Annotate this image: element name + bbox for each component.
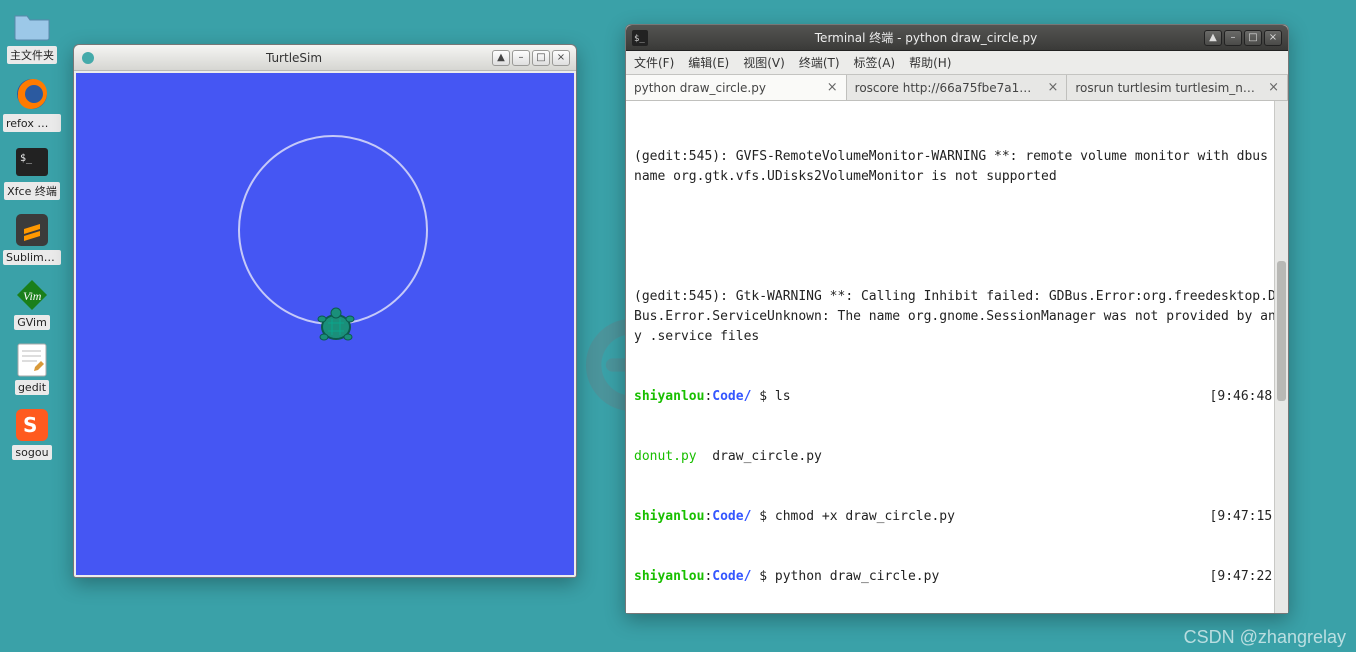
- terminal-prompt-line: shiyanlou:Code/ $ ls [9:46:48]: [634, 387, 1280, 407]
- terminal-tab-1[interactable]: roscore http://66a75fbe7a1… ×: [847, 75, 1068, 100]
- turtlesim-title: TurtleSim: [102, 51, 486, 65]
- desktop-xfce-terminal[interactable]: $_ Xfce 终端: [3, 144, 61, 200]
- close-button[interactable]: ×: [552, 50, 570, 66]
- terminal-prompt-line: shiyanlou:Code/ $ python draw_circle.py …: [634, 567, 1280, 587]
- watermark-text: CSDN @zhangrelay: [1184, 627, 1346, 648]
- desktop-firefox[interactable]: refox 网...: [3, 76, 61, 132]
- desktop-label: GVim: [14, 315, 50, 330]
- folder-icon: [12, 8, 52, 44]
- close-button[interactable]: ×: [1264, 30, 1282, 46]
- tab-label: rosrun turtlesim turtlesim_node: [1075, 81, 1262, 95]
- svg-text:$_: $_: [20, 153, 33, 164]
- command-text: python draw_circle.py: [775, 569, 939, 584]
- sogou-icon: S: [12, 407, 52, 443]
- terminal-titlebar[interactable]: $_ Terminal 终端 - python draw_circle.py ▲…: [626, 25, 1288, 51]
- desktop-label: gedit: [15, 380, 49, 395]
- desktop-label: sogou: [12, 445, 51, 460]
- blank-line: [634, 227, 1280, 247]
- desktop-label: Xfce 终端: [4, 182, 60, 200]
- timestamp: [9:46:48]: [1202, 387, 1280, 407]
- tab-label: python draw_circle.py: [634, 81, 821, 95]
- app-icon: [80, 50, 96, 66]
- terminal-tabbar: python draw_circle.py × roscore http://6…: [626, 75, 1288, 101]
- turtle-icon: [314, 305, 358, 349]
- turtlesim-window: TurtleSim ▲ – □ ×: [73, 44, 577, 578]
- maximize-button[interactable]: □: [1244, 30, 1262, 46]
- rollup-button[interactable]: ▲: [492, 50, 510, 66]
- terminal-prompt-line: shiyanlou:Code/ $ chmod +x draw_circle.p…: [634, 507, 1280, 527]
- command-text: ls: [775, 389, 791, 404]
- timestamp: [9:47:22]: [1202, 567, 1280, 587]
- minimize-button[interactable]: –: [512, 50, 530, 66]
- rollup-button[interactable]: ▲: [1204, 30, 1222, 46]
- terminal-tab-0[interactable]: python draw_circle.py ×: [626, 75, 847, 100]
- tab-close-icon[interactable]: ×: [1268, 80, 1279, 95]
- terminal-scrollbar[interactable]: [1274, 101, 1288, 613]
- turtle-trail-circle: [238, 135, 428, 325]
- tab-close-icon[interactable]: ×: [827, 80, 838, 95]
- desktop-gedit[interactable]: gedit: [3, 342, 61, 395]
- menu-file[interactable]: 文件(F): [634, 54, 674, 71]
- firefox-icon: [12, 76, 52, 112]
- turtlesim-titlebar[interactable]: TurtleSim ▲ – □ ×: [74, 45, 576, 71]
- tab-close-icon[interactable]: ×: [1047, 80, 1058, 95]
- terminal-output-line: (gedit:545): Gtk-WARNING **: Calling Inh…: [634, 287, 1280, 347]
- menu-edit[interactable]: 编辑(E): [688, 54, 729, 71]
- terminal-output-line: (gedit:545): GVFS-RemoteVolumeMonitor-WA…: [634, 147, 1280, 187]
- gedit-icon: [12, 342, 52, 378]
- terminal-menubar: 文件(F) 编辑(E) 视图(V) 终端(T) 标签(A) 帮助(H): [626, 51, 1288, 75]
- menu-help[interactable]: 帮助(H): [909, 54, 951, 71]
- svg-text:$_: $_: [634, 34, 645, 44]
- desktop-label: Sublime …: [3, 250, 61, 265]
- desktop-gvim[interactable]: Vim GVim: [3, 277, 61, 330]
- terminal-title: Terminal 终端 - python draw_circle.py: [654, 29, 1198, 46]
- terminal-output-line: donut.py draw_circle.py: [634, 447, 1280, 467]
- turtlesim-canvas: [76, 73, 574, 575]
- sublime-icon: [12, 212, 52, 248]
- command-text: chmod +x draw_circle.py: [775, 509, 955, 524]
- maximize-button[interactable]: □: [532, 50, 550, 66]
- desktop-icons: 主文件夹 refox 网... $_ Xfce 终端 Sublime … Vim…: [0, 0, 64, 460]
- menu-view[interactable]: 视图(V): [743, 54, 785, 71]
- terminal-body[interactable]: (gedit:545): GVFS-RemoteVolumeMonitor-WA…: [626, 101, 1288, 613]
- terminal-tab-2[interactable]: rosrun turtlesim turtlesim_node ×: [1067, 75, 1288, 100]
- svg-text:Vim: Vim: [23, 289, 42, 303]
- desktop-label: refox 网...: [3, 114, 61, 132]
- tab-label: roscore http://66a75fbe7a1…: [855, 81, 1042, 95]
- desktop-label: 主文件夹: [7, 46, 57, 64]
- terminal-window: $_ Terminal 终端 - python draw_circle.py ▲…: [625, 24, 1289, 614]
- desktop-sublime[interactable]: Sublime …: [3, 212, 61, 265]
- desktop-home-folder[interactable]: 主文件夹: [3, 8, 61, 64]
- scrollbar-thumb[interactable]: [1277, 261, 1286, 401]
- timestamp: [9:47:15]: [1202, 507, 1280, 527]
- desktop-sogou[interactable]: S sogou: [3, 407, 61, 460]
- menu-tabs[interactable]: 标签(A): [854, 54, 896, 71]
- terminal-app-icon: $_: [632, 30, 648, 46]
- menu-terminal[interactable]: 终端(T): [799, 54, 840, 71]
- minimize-button[interactable]: –: [1224, 30, 1242, 46]
- gvim-icon: Vim: [12, 277, 52, 313]
- svg-text:S: S: [23, 413, 37, 437]
- terminal-icon: $_: [12, 144, 52, 180]
